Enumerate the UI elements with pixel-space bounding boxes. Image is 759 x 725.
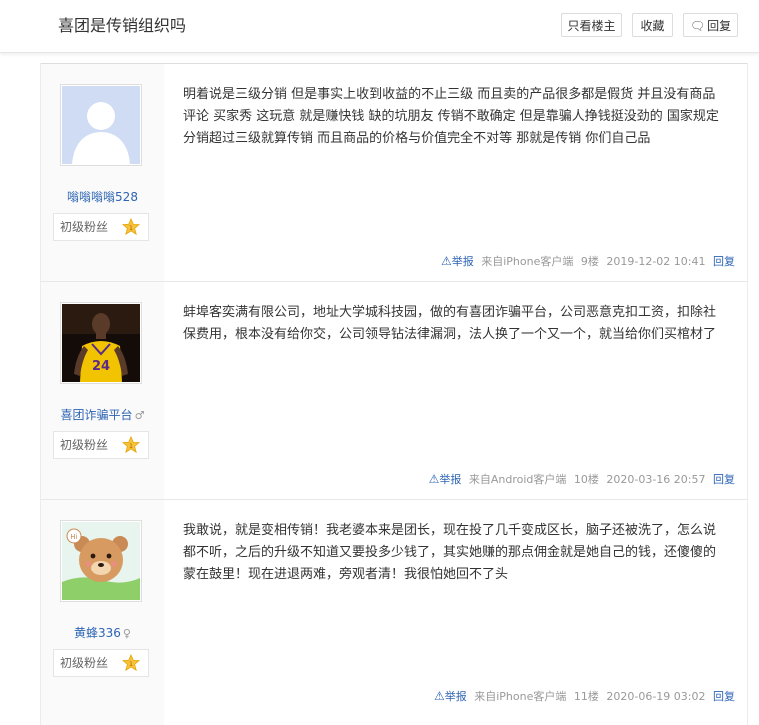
- reply-button-label: 回复: [707, 19, 732, 33]
- post-item: Hi 黄蜂336 ♀ 初级粉丝 1 我敢说，就是变相传销！我老婆本来是团长，现在投…: [41, 499, 747, 725]
- post-time: 2019-12-02 10:41: [606, 255, 706, 268]
- username-text: 嗡嗡嗡嗡528: [67, 190, 138, 204]
- username-text: 黄蜂336: [74, 626, 121, 640]
- fan-level-badge: 初级粉丝 1: [53, 431, 149, 459]
- reply-button[interactable]: 🗨 回复: [683, 13, 738, 37]
- username[interactable]: 嗡嗡嗡嗡528: [41, 188, 164, 205]
- post-body: 明着说是三级分销 但是事实上收到收益的不止三级 而且卖的产品很多都是假货 并且没…: [183, 87, 719, 146]
- post-meta: ⚠举报 来自iPhone客户端 11楼 2020-06-19 03:02 回复: [434, 688, 735, 704]
- post-source: 来自iPhone客户端: [481, 255, 574, 268]
- gender-icon: ♂: [134, 409, 145, 422]
- star-icon: 1: [122, 436, 140, 453]
- post-content: 明着说是三级分销 但是事实上收到收益的不止三级 而且卖的产品很多都是假货 并且没…: [164, 64, 747, 281]
- report-link[interactable]: ⚠举报: [440, 254, 474, 268]
- post-list: 嗡嗡嗡嗡528 初级粉丝 1 明着说是三级分销 但是事实上收到收益的不止三级 而…: [40, 63, 748, 725]
- post-body: 我敢说，就是变相传销！我老婆本来是团长，现在投了几千变成区长，脑子还被洗了，怎么…: [183, 523, 717, 582]
- fan-level-label: 初级粉丝: [60, 220, 109, 234]
- username[interactable]: 喜团诈骗平台 ♂: [41, 406, 164, 423]
- default-avatar-icon: [62, 86, 140, 164]
- star-icon: 1: [122, 654, 140, 671]
- post-content: 我敢说，就是变相传销！我老婆本来是团长，现在投了几千变成区长，脑子还被洗了，怎么…: [164, 500, 747, 725]
- post-content: 蚌埠客奕满有限公司，地址大学城科技园，做的有喜团诈骗平台，公司恶意克扣工资，扣除…: [164, 282, 747, 499]
- post-author-panel: Hi 黄蜂336 ♀ 初级粉丝 1: [41, 500, 164, 725]
- post-item: 24 喜团诈骗平台 ♂ 初级粉丝 1 蚌埠客奕满有限公司，地址大学城科技园，做的有…: [41, 281, 747, 499]
- post-author-panel: 嗡嗡嗡嗡528 初级粉丝 1: [41, 64, 164, 281]
- fan-level-label: 初级粉丝: [60, 438, 109, 452]
- post-item: 嗡嗡嗡嗡528 初级粉丝 1 明着说是三级分销 但是事实上收到收益的不止三级 而…: [41, 63, 747, 281]
- post-author-panel: 24 喜团诈骗平台 ♂ 初级粉丝 1: [41, 282, 164, 499]
- warning-icon: ⚠: [428, 472, 440, 486]
- reply-link[interactable]: 回复: [713, 255, 735, 268]
- username[interactable]: 黄蜂336 ♀: [41, 624, 164, 641]
- report-label: 举报: [439, 473, 462, 486]
- comment-icon: 🗨: [689, 19, 706, 33]
- username-text: 喜团诈骗平台: [60, 408, 133, 422]
- thread-header: 喜团是传销组织吗 只看楼主 收藏 🗨 回复: [0, 0, 759, 53]
- post-source: 来自iPhone客户端: [474, 690, 567, 703]
- player-avatar-icon: 24: [62, 304, 140, 382]
- post-meta: ⚠举报 来自Android客户端 10楼 2020-03-16 20:57 回复: [429, 471, 735, 487]
- fan-level-label: 初级粉丝: [60, 656, 109, 670]
- star-icon: 1: [122, 218, 140, 235]
- reply-link[interactable]: 回复: [713, 690, 735, 703]
- post-time: 2020-06-19 03:02: [606, 690, 706, 703]
- post-source: 来自Android客户端: [468, 473, 567, 486]
- post-meta: ⚠举报 来自iPhone客户端 9楼 2019-12-02 10:41 回复: [441, 253, 735, 269]
- favorite-button[interactable]: 收藏: [632, 13, 673, 37]
- svg-text:1: 1: [129, 661, 133, 668]
- avatar[interactable]: [60, 84, 142, 166]
- post-floor: 9楼: [580, 255, 599, 268]
- svg-text:24: 24: [92, 359, 110, 374]
- post-floor: 10楼: [573, 473, 599, 486]
- reply-link[interactable]: 回复: [713, 473, 735, 486]
- warning-icon: ⚠: [440, 254, 452, 268]
- svg-text:1: 1: [129, 225, 133, 232]
- post-time: 2020-03-16 20:57: [606, 473, 706, 486]
- svg-text:Hi: Hi: [70, 533, 77, 541]
- report-label: 举报: [451, 255, 474, 268]
- fan-level-badge: 初级粉丝 1: [53, 213, 149, 241]
- post-body: 蚌埠客奕满有限公司，地址大学城科技园，做的有喜团诈骗平台，公司恶意克扣工资，扣除…: [183, 305, 717, 342]
- report-label: 举报: [444, 690, 467, 703]
- thread-title: 喜团是传销组织吗: [58, 16, 187, 35]
- bear-avatar-icon: Hi: [62, 522, 140, 600]
- avatar[interactable]: Hi: [60, 520, 142, 602]
- post-floor: 11楼: [573, 690, 599, 703]
- svg-text:1: 1: [129, 443, 133, 450]
- report-link[interactable]: ⚠举报: [433, 689, 467, 703]
- only-author-button[interactable]: 只看楼主: [561, 13, 622, 37]
- warning-icon: ⚠: [433, 689, 445, 703]
- avatar[interactable]: 24: [60, 302, 142, 384]
- report-link[interactable]: ⚠举报: [428, 472, 462, 486]
- gender-icon: ♀: [122, 627, 131, 640]
- fan-level-badge: 初级粉丝 1: [53, 649, 149, 677]
